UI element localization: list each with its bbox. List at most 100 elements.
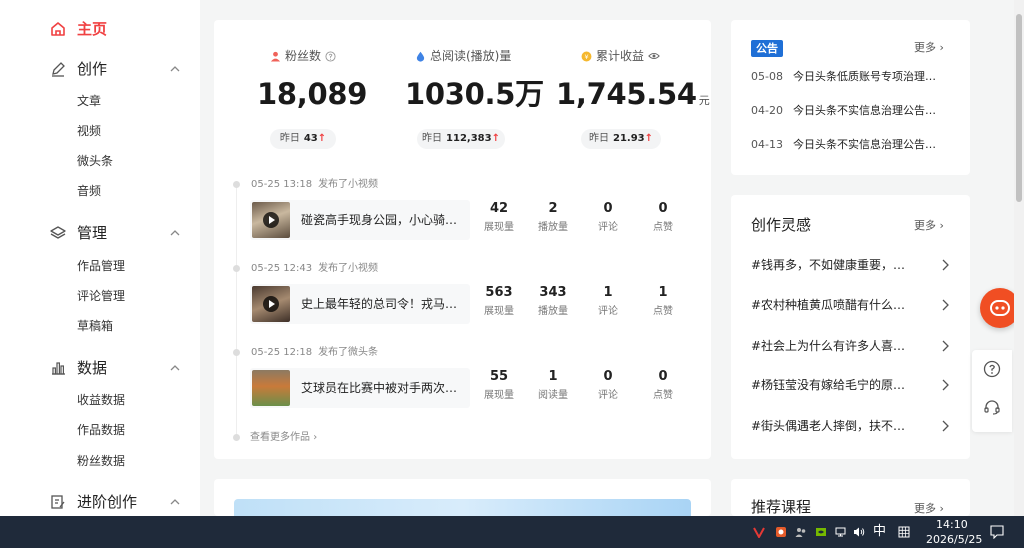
announcement-more-link[interactable]: 更多 ›	[914, 41, 944, 55]
chevron-right-icon	[942, 420, 949, 432]
metric-label: 阅读量	[538, 390, 568, 401]
inspiration-item[interactable]: #钱再多，不如健康重要，…	[751, 257, 951, 273]
stat-fans-yesterday: 昨日 43↑	[270, 129, 336, 149]
arrow-up-icon: ↑	[491, 133, 500, 144]
metric-value: 563	[485, 285, 513, 300]
sidebar-item-income-data[interactable]: 收益数据	[77, 392, 125, 408]
help-icon[interactable]	[325, 50, 336, 62]
volume-icon[interactable]	[853, 526, 865, 538]
keyboard-grid-icon[interactable]	[898, 526, 910, 538]
sidebar-group-create[interactable]: 创作	[50, 59, 190, 79]
metric-value: 0	[658, 369, 668, 384]
work-meta: 05-25 13:18 发布了小视频	[251, 179, 379, 190]
more-works-link[interactable]: 查看更多作品 ›	[250, 432, 317, 444]
announcement-item[interactable]: 05-08 今日头条低质账号专项治理…	[751, 70, 947, 84]
play-icon	[263, 296, 279, 312]
chevron-up-icon	[170, 230, 180, 236]
work-meta: 05-25 12:18 发布了微头条	[251, 347, 379, 358]
stat-fans-value: 18,089	[257, 77, 368, 111]
announcement-item[interactable]: 04-20 今日头条不实信息治理公告…	[751, 104, 947, 118]
scrollbar-thumb[interactable]	[1016, 14, 1022, 202]
inspiration-item[interactable]: #街头偶遇老人摔倒，扶不…	[751, 418, 951, 434]
stat-label: 总阅读(播放)量	[430, 49, 512, 63]
clock-time[interactable]: 14:10	[936, 518, 968, 532]
sidebar-item-works-data[interactable]: 作品数据	[77, 422, 125, 438]
metric-value: 42	[489, 201, 509, 216]
sidebar: 主页 创作 文章 视频 微头条 音频 管理 作品管理 评论管理 草稿箱 数据 收…	[0, 0, 200, 516]
work-title: 艾球员在比赛中被对手两次…	[301, 381, 458, 395]
stat-label: 粉丝数	[285, 49, 322, 63]
chevron-right-icon	[942, 299, 949, 311]
sidebar-group-label: 数据	[77, 359, 108, 377]
coin-icon: ¥	[581, 51, 592, 61]
metric-label: 点赞	[653, 390, 673, 401]
timeline-dot	[233, 265, 240, 272]
courses-title: 推荐课程	[751, 498, 812, 516]
pencil-icon	[52, 62, 65, 77]
metric-value: 0	[658, 201, 668, 216]
metric-label: 播放量	[538, 306, 568, 317]
work-thumbnail	[252, 286, 290, 322]
metric-label: 展现量	[484, 222, 514, 233]
banner-image[interactable]	[234, 499, 691, 516]
sidebar-item-video[interactable]: 视频	[77, 123, 101, 139]
metric-label: 点赞	[653, 306, 673, 317]
play-icon	[263, 212, 279, 228]
sidebar-group-manage[interactable]: 管理	[50, 223, 190, 243]
announcement-tag: 公告	[751, 40, 783, 57]
sidebar-item-works-manage[interactable]: 作品管理	[77, 258, 125, 274]
chevron-up-icon	[170, 66, 180, 72]
sidebar-item-home[interactable]: 主页	[50, 19, 190, 39]
courses-more-link[interactable]: 更多 ›	[914, 502, 944, 516]
sidebar-group-label: 管理	[77, 224, 108, 242]
headset-icon[interactable]	[983, 398, 1001, 416]
page-scrollbar[interactable]	[1014, 0, 1024, 516]
work-item[interactable]: 碰瓷高手现身公园，小心骑…	[250, 200, 470, 240]
sidebar-item-comments-manage[interactable]: 评论管理	[77, 288, 125, 304]
timeline-dot	[233, 434, 240, 441]
eye-icon[interactable]	[648, 51, 660, 61]
clock-date[interactable]: 2026/5/25	[926, 533, 982, 547]
ime-indicator[interactable]: 中	[873, 525, 886, 539]
stat-label: 累计收益	[596, 49, 645, 63]
layers-icon	[50, 226, 66, 239]
sidebar-item-audio[interactable]: 音频	[77, 183, 101, 199]
antivirus-icon[interactable]	[753, 526, 765, 538]
work-meta: 05-25 12:43 发布了小视频	[251, 263, 379, 274]
sidebar-group-advanced[interactable]: 进阶创作	[50, 492, 190, 512]
metric-label: 展现量	[484, 306, 514, 317]
stat-income-header: ¥ 累计收益	[581, 49, 660, 63]
chevron-right-icon	[942, 340, 949, 352]
inspiration-item[interactable]: #杨钰莹没有嫁给毛宁的原…	[751, 377, 951, 393]
arrow-up-icon: ↑	[644, 133, 654, 144]
user-icon	[270, 51, 281, 62]
inspiration-more-link[interactable]: 更多 ›	[914, 219, 944, 233]
sidebar-item-drafts[interactable]: 草稿箱	[77, 318, 113, 334]
nvidia-icon[interactable]	[815, 526, 827, 538]
sidebar-item-micro-post[interactable]: 微头条	[77, 153, 113, 169]
work-item[interactable]: 艾球员在比赛中被对手两次…	[250, 368, 470, 408]
work-title: 史上最年轻的总司令！戎马…	[301, 297, 458, 311]
work-thumbnail	[252, 370, 290, 406]
metric-label: 评论	[598, 390, 618, 401]
sidebar-item-fans-data[interactable]: 粉丝数据	[77, 453, 125, 469]
metric-value: 0	[603, 201, 613, 216]
svg-text:¥: ¥	[584, 52, 588, 60]
sidebar-item-article[interactable]: 文章	[77, 93, 101, 109]
work-item[interactable]: 史上最年轻的总司令！戎马…	[250, 284, 470, 324]
notification-icon[interactable]	[990, 525, 1004, 539]
chevron-right-icon: ›	[939, 219, 944, 232]
sidebar-group-data[interactable]: 数据	[50, 358, 190, 378]
network-icon[interactable]	[835, 526, 847, 538]
drop-icon	[416, 51, 425, 62]
metric-label: 播放量	[538, 222, 568, 233]
people-icon[interactable]	[795, 526, 807, 538]
chevron-right-icon	[942, 259, 949, 271]
windows-taskbar: 中 14:10 2026/5/25	[0, 516, 1024, 548]
inspiration-item[interactable]: #农村种植黄瓜喷醋有什么…	[751, 297, 951, 313]
app-tray-icon[interactable]	[775, 526, 787, 538]
inspiration-item[interactable]: #社会上为什么有许多人喜…	[751, 338, 951, 354]
help-icon[interactable]	[983, 360, 1001, 378]
announcement-item[interactable]: 04-13 今日头条不实信息治理公告…	[751, 138, 947, 152]
timeline-dot	[233, 181, 240, 188]
